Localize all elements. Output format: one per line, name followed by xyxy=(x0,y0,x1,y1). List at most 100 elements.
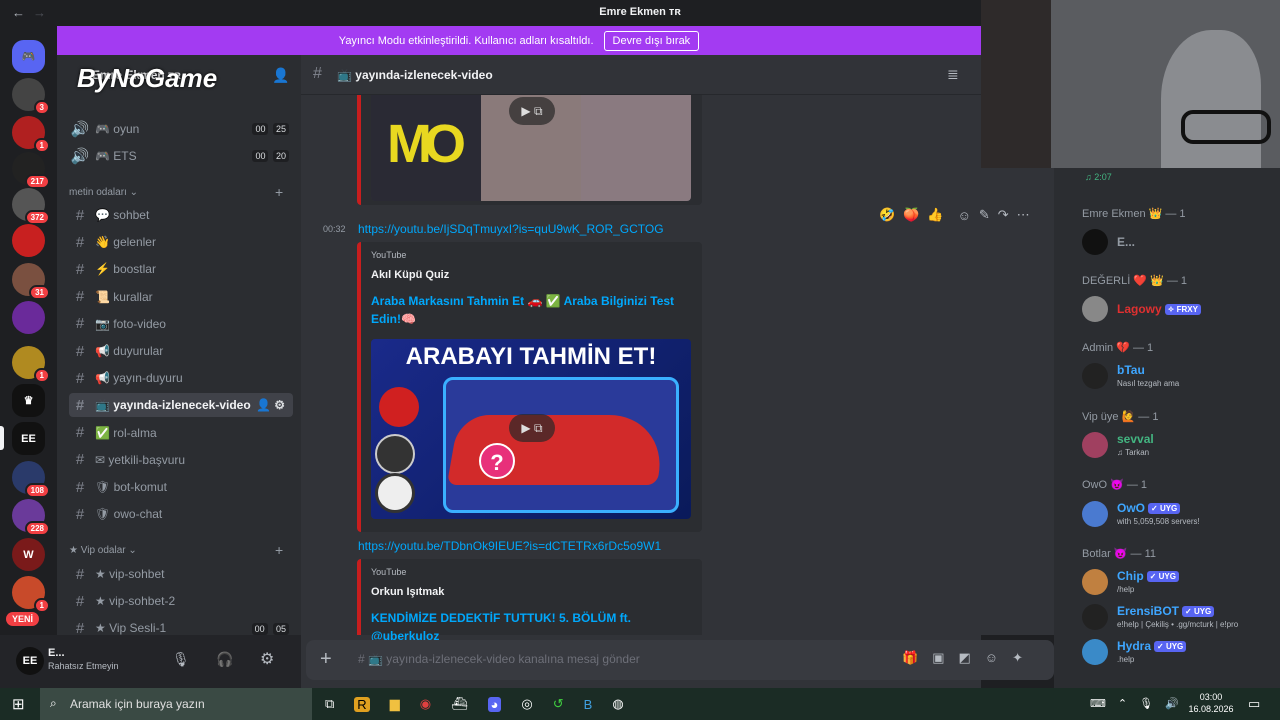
embed-author[interactable]: Orkun Işıtmak xyxy=(371,586,444,598)
emoji-icon[interactable]: ☺ xyxy=(985,650,998,666)
server-icon[interactable]: 1 xyxy=(12,346,50,383)
guild-header[interactable]: Emre Ekmen ᴛʀ ByNoGame 👤 xyxy=(57,55,301,95)
taskbar-clock[interactable]: 03:00 16.08.2026 xyxy=(1183,691,1239,715)
gif-icon[interactable]: ▣ xyxy=(932,650,944,666)
invite-people-icon[interactable]: 👤 xyxy=(272,67,289,84)
settings-gear-icon[interactable]: ⚙ xyxy=(260,649,274,669)
channel-category[interactable]: ★ Vip odalar ⌄ xyxy=(69,545,137,556)
play-button-icon[interactable]: ▶ ⧉ xyxy=(509,414,555,442)
app-green-icon[interactable]: ↺ xyxy=(553,696,564,712)
reaction-thumbs-up-icon[interactable]: 👍 xyxy=(927,207,943,223)
steam-icon[interactable]: ◎ xyxy=(521,696,532,712)
file-explorer-icon[interactable]: ▆ xyxy=(390,696,400,712)
app-r-icon[interactable]: R xyxy=(354,696,370,712)
windows-start-icon[interactable]: ⊞ xyxy=(12,695,25,713)
text-channel[interactable]: # 🛡 bot-komut xyxy=(69,475,293,499)
message-input[interactable]: # 📺 yayında-izlenecek-video kanalına mes… xyxy=(358,652,640,666)
obs-icon[interactable]: ◍ xyxy=(612,696,623,712)
disable-button[interactable]: Devre dışı bırak xyxy=(603,30,700,51)
sticker-icon[interactable]: ◩ xyxy=(958,650,970,666)
create-channel-plus-icon[interactable]: + xyxy=(275,184,283,200)
text-channel[interactable]: # ✉ yetkili-başvuru xyxy=(69,448,293,472)
text-channel[interactable]: # 📢 duyurular xyxy=(69,339,293,363)
discord-icon[interactable]: ◕ xyxy=(487,696,502,712)
taskbar-search[interactable]: ⌕ Aramak için buraya yazın xyxy=(40,688,312,720)
server-icon[interactable]: 1 xyxy=(12,116,50,153)
server-icon[interactable] xyxy=(12,224,45,257)
server-icon[interactable]: 3 xyxy=(12,78,50,115)
user-avatar[interactable]: EE xyxy=(16,647,44,675)
voice-channel[interactable]: 🔊 🎮 ETS 00 20 xyxy=(69,144,293,168)
member-item[interactable]: Chip ✓ UYG/help xyxy=(1082,567,1272,599)
member-item[interactable]: Lagowy ✧ FRXY xyxy=(1082,294,1272,326)
app-ship-icon[interactable]: ⛴ xyxy=(451,696,468,712)
text-channel[interactable]: # 📺 yayında-izlenecek-video 👤 ⚙ xyxy=(69,393,293,418)
text-channel[interactable]: # 📜 kurallar xyxy=(69,285,293,309)
chrome-icon[interactable]: ◉ xyxy=(420,696,431,712)
text-channel[interactable]: # 👋 gelenler xyxy=(69,230,293,254)
text-channel[interactable]: # ✅ rol-alma xyxy=(69,421,293,445)
attach-plus-icon[interactable]: + xyxy=(320,648,332,671)
search-placeholder: Aramak için buraya yazın xyxy=(70,697,205,711)
keyboard-icon[interactable]: ⌨ xyxy=(1090,697,1106,710)
text-channel[interactable]: # 📢 yayın-duyuru xyxy=(69,366,293,390)
text-channel[interactable]: # ⚡ boostlar xyxy=(69,257,293,281)
server-icon[interactable]: 217 xyxy=(12,152,50,189)
server-icon[interactable]: 228 xyxy=(12,499,50,536)
microphone-icon[interactable]: 🎙 xyxy=(172,651,190,668)
app-blue-icon[interactable]: B xyxy=(584,697,593,712)
forward-icon[interactable]: ↷ xyxy=(998,207,1009,223)
member-tag: ✧ FRXY xyxy=(1164,304,1201,316)
embed-title[interactable]: Araba Markasını Tahmin Et 🚗 ✅ Araba Bilg… xyxy=(371,292,691,328)
member-item[interactable]: Hydra ✓ UYG .help xyxy=(1082,637,1272,669)
embed-author[interactable]: Akıl Küpü Quiz xyxy=(371,269,449,281)
headphones-icon[interactable]: 🎧 xyxy=(216,651,233,668)
hash-icon: # xyxy=(75,342,85,360)
server-icon[interactable]: W xyxy=(12,538,45,571)
reaction-laugh-icon[interactable]: 🤣 xyxy=(879,207,895,223)
voice-channel[interactable]: 🔊 🎮 oyun 00 25 xyxy=(69,117,293,141)
member-item[interactable]: ErensiBOT ✓ UYG e!help | Çekiliş • .gg/mct… xyxy=(1082,602,1272,634)
discord-home-icon[interactable]: 🎮 xyxy=(12,40,45,73)
youtube-link-1[interactable]: https://youtu.be/IjSDqTmuyxI?is=quU9wK_R… xyxy=(358,222,664,236)
microphone-tray-icon[interactable]: 🎙 xyxy=(1139,697,1153,710)
member-item[interactable]: sevval ♫ Tarkan xyxy=(1082,430,1272,462)
create-channel-plus-icon[interactable]: + xyxy=(275,542,283,558)
text-channel[interactable]: # 🛡 owo-chat xyxy=(69,502,293,526)
channel-settings-icon[interactable]: ⚙ xyxy=(274,398,285,412)
voice-count: 00 xyxy=(252,123,269,135)
member-item[interactable]: OwO ✓ UYG with 5,059,508 servers! xyxy=(1082,499,1272,531)
channel-category[interactable]: metin odaları ⌄ xyxy=(69,187,138,198)
server-icon[interactable]: ♛ xyxy=(12,384,45,417)
text-channel[interactable]: # 📷 foto-video xyxy=(69,312,293,336)
previous-video-thumbnail[interactable]: MO ▶ ⧉ xyxy=(371,95,691,201)
play-button-icon[interactable]: ▶ ⧉ xyxy=(509,97,555,125)
server-icon[interactable] xyxy=(12,301,45,334)
volume-icon[interactable]: 🔊 xyxy=(1165,697,1179,710)
reaction-peach-icon[interactable]: 🍑 xyxy=(903,207,919,223)
threads-icon[interactable]: ≣ xyxy=(947,66,959,83)
vip-channel[interactable]: # ★ vip-sohbet-2 xyxy=(69,589,293,613)
gift-icon[interactable]: 🎁 xyxy=(902,650,918,666)
youtube-link-2[interactable]: https://youtu.be/TDbnOk9IEUE?is=dCTETRx6… xyxy=(358,539,661,553)
channel-sidebar: Emre Ekmen ᴛʀ ByNoGame 👤 🔊 🎮 oyun 00 25 🔊 🎮 … xyxy=(57,55,301,688)
server-icon[interactable]: 31 xyxy=(12,263,50,300)
member-name: bTau xyxy=(1117,363,1145,377)
server-icon[interactable]: 108 xyxy=(12,461,50,498)
apps-icon[interactable]: ✦ xyxy=(1012,650,1023,666)
member-item[interactable]: bTau Nasıl tezgah ama xyxy=(1082,361,1272,393)
add-reaction-icon[interactable]: ☺ xyxy=(958,208,971,223)
text-channel[interactable]: # 💬 sohbet xyxy=(69,203,293,227)
task-view-icon[interactable]: ⧉ xyxy=(325,696,334,712)
tray-chevron-icon[interactable]: ⌃ xyxy=(1118,697,1127,710)
vip-channel[interactable]: # ★ vip-sohbet xyxy=(69,562,293,586)
server-icon[interactable]: 1 xyxy=(12,576,50,613)
invite-icon[interactable]: 👤 xyxy=(256,398,271,412)
edit-icon[interactable]: ✎ xyxy=(979,207,990,223)
notifications-icon[interactable]: ▭ xyxy=(1248,696,1260,712)
video-thumbnail[interactable]: ARABAYI TAHMİN ET! ? ▶ ⧉ xyxy=(371,339,691,519)
member-item[interactable]: E... xyxy=(1082,227,1272,259)
more-options-icon[interactable]: ⋯ xyxy=(1017,207,1030,223)
server-icon[interactable]: EE xyxy=(12,422,45,455)
server-icon[interactable]: 372 xyxy=(12,188,50,225)
